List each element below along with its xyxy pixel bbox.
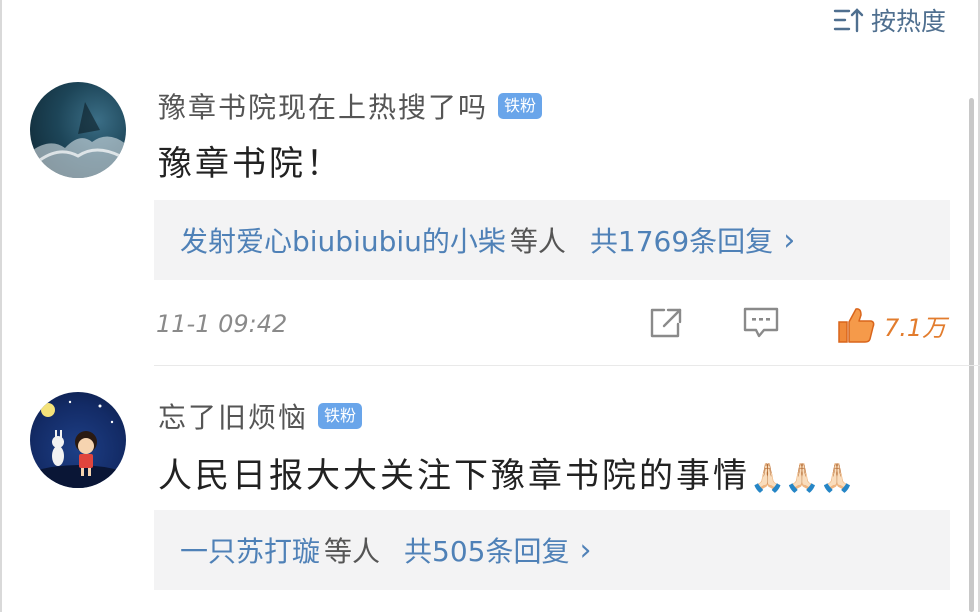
avatar-cartoon-image <box>30 400 126 488</box>
comment-meta: 11-1 09:42 7.1万 <box>154 304 950 344</box>
username-row: 忘了旧烦恼 铁粉 <box>158 396 363 436</box>
comment-text: 人民日报大大关注下豫章书院的事情🙏🏻🙏🏻🙏🏻 <box>158 448 855 497</box>
comment-text-body: 人民日报大大关注下豫章书院的事情 <box>158 456 750 496</box>
window-border-left <box>0 0 2 612</box>
reply-count[interactable]: 共505条回复 <box>404 530 569 570</box>
reply-names[interactable]: 一只苏打璇 <box>180 530 320 570</box>
avatar[interactable] <box>30 82 126 178</box>
timestamp: 11-1 09:42 <box>156 310 288 338</box>
reply-etc: 等人 <box>509 225 566 258</box>
sort-label: 按热度 <box>870 7 946 36</box>
scrollbar[interactable] <box>969 98 974 612</box>
reply-summary[interactable]: 发射爱心biubiubiu的小柴 等人 共1769条回复 › <box>154 200 950 280</box>
reply-count[interactable]: 共1769条回复 <box>590 220 773 260</box>
reply-names[interactable]: 发射爱心biubiubiu的小柴 <box>180 220 506 260</box>
comment-divider <box>154 365 980 366</box>
share-icon <box>650 308 682 338</box>
fan-badge: 铁粉 <box>318 403 363 429</box>
comment-button[interactable] <box>742 306 780 340</box>
sort-by-hot-button[interactable]: 按热度 <box>833 2 946 38</box>
avatar-ocean-image <box>30 102 126 178</box>
like-button[interactable]: 7.1万 <box>836 306 946 344</box>
username-row: 豫章书院现在上热搜了吗 铁粉 <box>158 86 543 126</box>
sort-desc-icon <box>833 8 864 33</box>
reply-etc: 等人 <box>324 535 381 568</box>
fan-badge: 铁粉 <box>498 93 543 119</box>
username[interactable]: 忘了旧烦恼 <box>158 396 308 436</box>
avatar[interactable] <box>30 392 126 488</box>
comment-icon <box>743 307 779 338</box>
share-button[interactable] <box>648 306 684 340</box>
like-icon <box>838 308 875 343</box>
like-count: 7.1万 <box>884 313 947 342</box>
username[interactable]: 豫章书院现在上热搜了吗 <box>158 86 488 126</box>
chevron-right-icon: › <box>783 222 796 258</box>
reply-summary[interactable]: 一只苏打璇 等人 共505条回复 › <box>154 510 950 590</box>
chevron-right-icon: › <box>579 532 592 568</box>
praying-hands-emoji: 🙏🏻🙏🏻🙏🏻 <box>750 461 855 494</box>
comment-text: 豫章书院！ <box>158 144 343 184</box>
